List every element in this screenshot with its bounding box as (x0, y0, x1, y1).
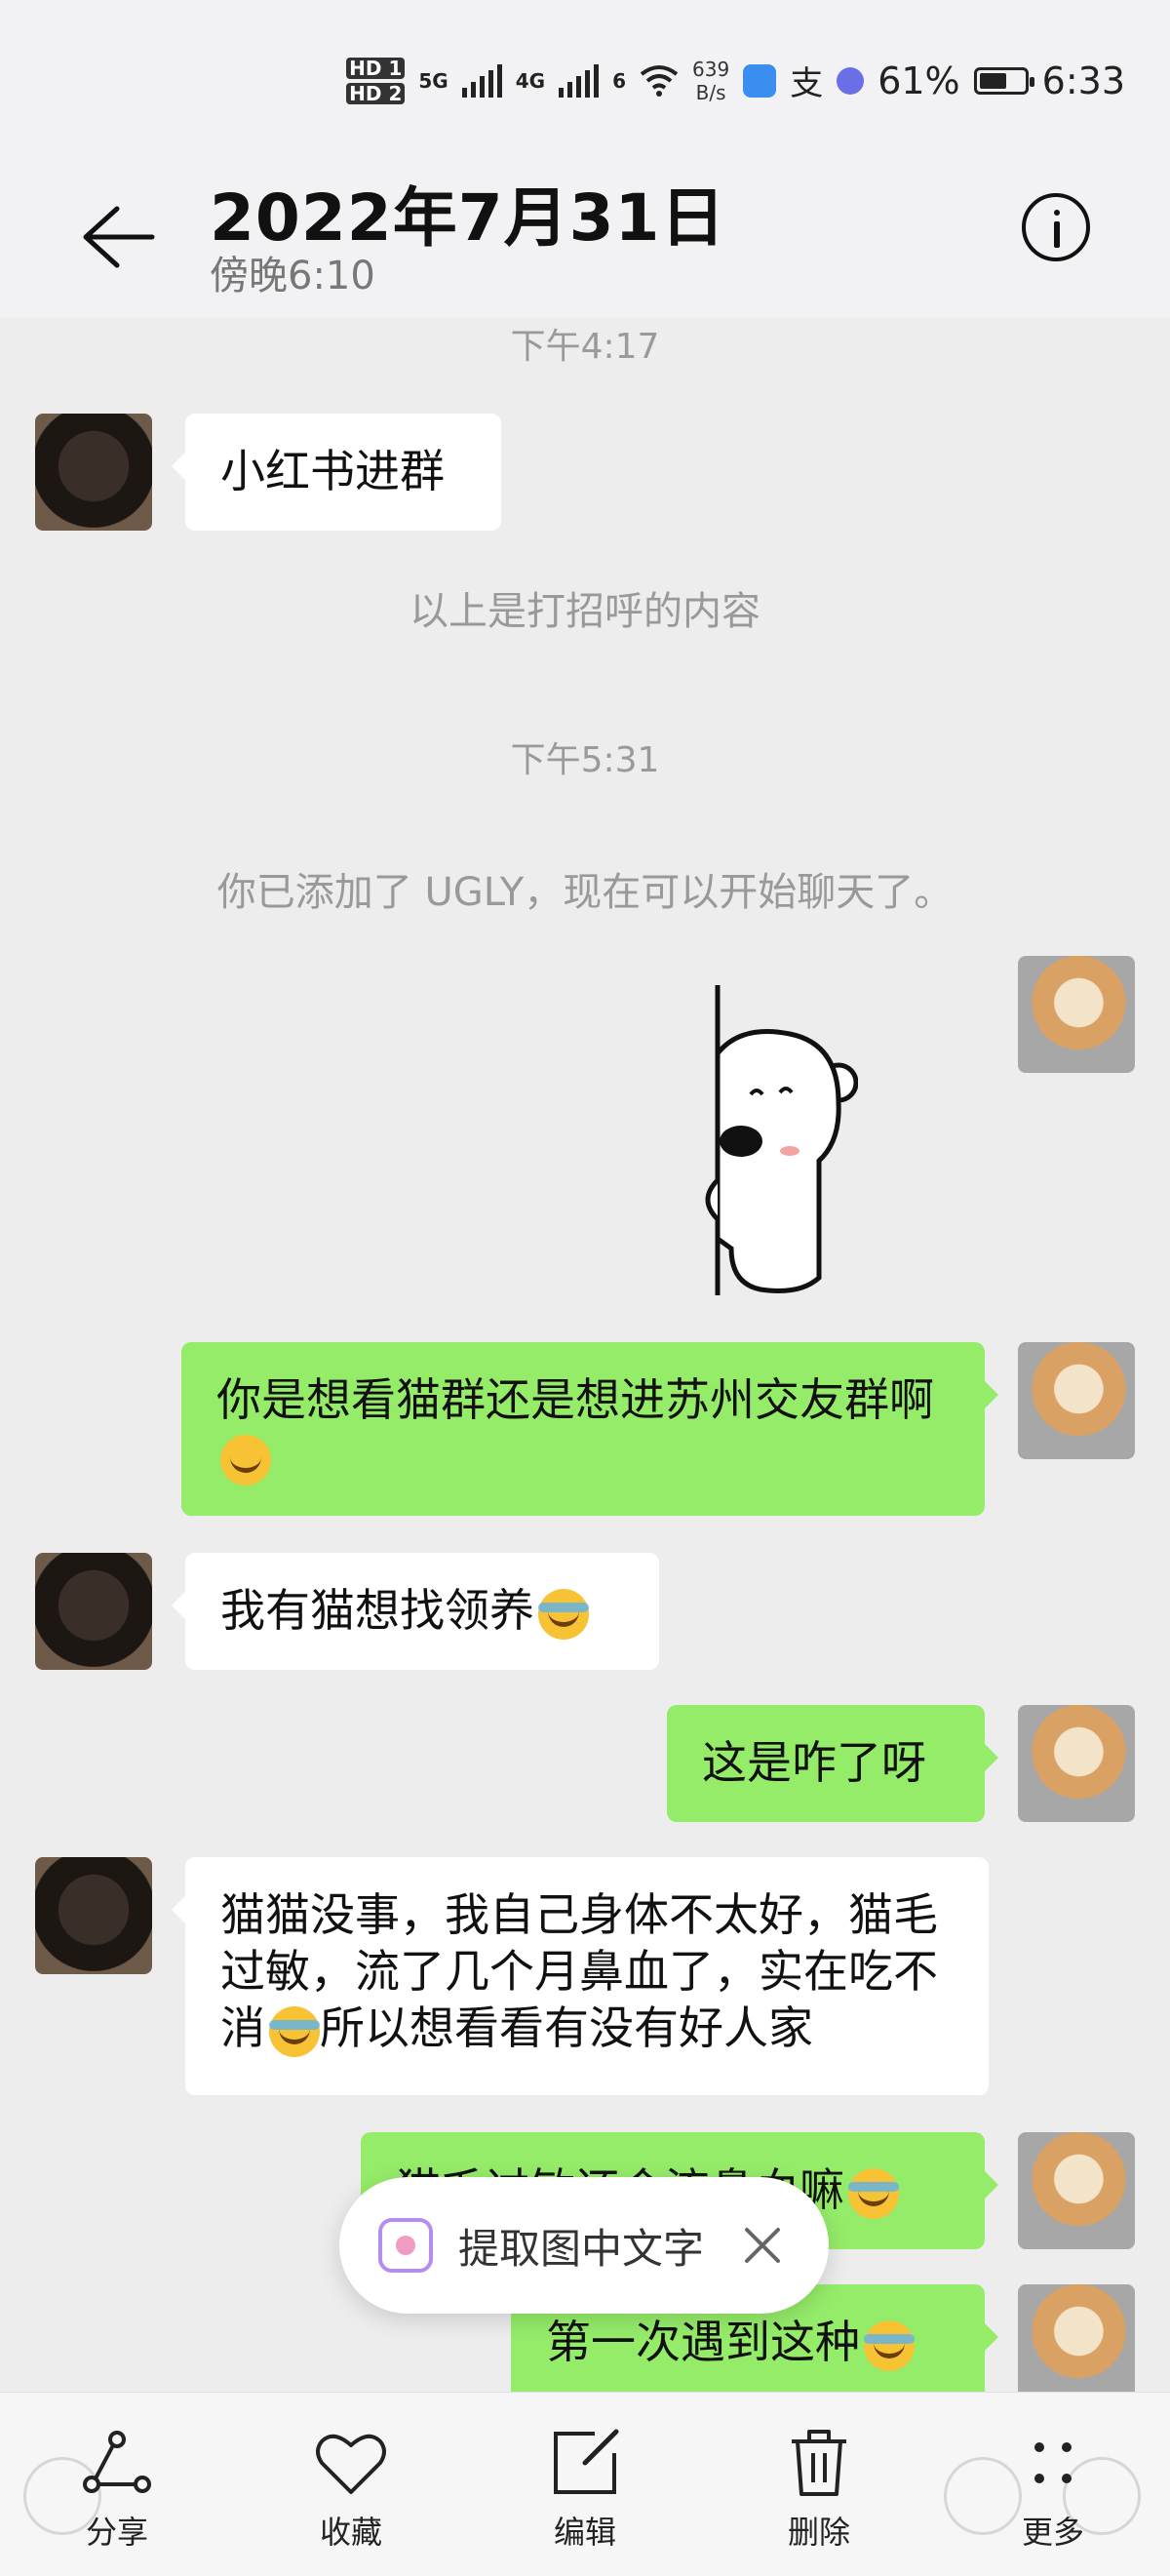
trash-icon (792, 2430, 846, 2496)
page-subtitle: 傍晚6:10 (210, 254, 375, 298)
avatar[interactable] (1018, 956, 1135, 1073)
edit-button[interactable]: 编辑 (517, 2424, 653, 2553)
network-4g-label: 4G (515, 68, 546, 93)
message-bubble[interactable]: 小红书进群 (172, 414, 501, 531)
back-arrow-icon[interactable] (78, 203, 156, 271)
signal-5g-icon (461, 63, 502, 98)
viewer-header: 2022年7月31日 傍晚6:10 (0, 146, 1170, 317)
timestamp: 下午4:17 (510, 327, 660, 367)
avatar[interactable] (1018, 1342, 1135, 1459)
ocr-icon (378, 2218, 433, 2273)
share-button[interactable]: 分享 (49, 2424, 185, 2553)
more-dots-icon (1034, 2442, 1072, 2483)
avatar[interactable] (35, 1857, 152, 1974)
emoji-icon (220, 1434, 271, 1486)
system-note: 你已添加了 UGLY，现在可以开始聊天了。 (216, 870, 954, 915)
avatar[interactable] (35, 414, 152, 531)
network-speed: 639 B/s (692, 57, 730, 104)
delete-button[interactable]: 删除 (751, 2424, 887, 2553)
sim-indicator: HD 1 HD 2 (346, 57, 406, 104)
edit-icon (554, 2429, 619, 2494)
avatar[interactable] (35, 1553, 152, 1670)
signal-4g-icon (559, 63, 600, 98)
emoji-icon (269, 2005, 320, 2057)
system-note: 以上是打招呼的内容 (410, 589, 760, 634)
battery-percent: 61% (878, 59, 960, 102)
message-bubble[interactable]: 你是想看猫群还是想进苏州交友群啊 (181, 1342, 998, 1516)
share-icon (83, 2431, 151, 2493)
emoji-icon (538, 1588, 589, 1640)
info-icon[interactable] (1022, 193, 1090, 261)
timestamp: 下午5:31 (510, 740, 660, 780)
toast-label: 提取图中文字 (458, 2225, 705, 2273)
alipay-icon: 支 (790, 64, 824, 103)
bear-sticker[interactable] (702, 985, 858, 1297)
extract-text-toast[interactable]: 提取图中文字 (339, 2177, 829, 2314)
more-button[interactable]: 更多 (985, 2424, 1121, 2553)
favorite-button[interactable]: 收藏 (283, 2424, 419, 2553)
wifi-tag: 6 (612, 68, 626, 93)
cloud-icon (743, 63, 777, 98)
close-icon[interactable] (741, 2224, 784, 2267)
network-5g-label: 5G (418, 68, 448, 93)
bottom-action-bar: 分享 收藏 编辑 删除 更多 (0, 2392, 1170, 2576)
avatar[interactable] (1018, 1705, 1135, 1822)
message-bubble[interactable]: 猫猫没事，我自己身体不太好，猫毛过敏，流了几个月鼻血了，实在吃不消 所以想看看有没… (172, 1857, 989, 2095)
emoji-icon (848, 2167, 899, 2219)
message-bubble[interactable]: 这是咋了呀 (667, 1705, 998, 1822)
clock: 6:33 (1041, 59, 1125, 102)
status-bar: HD 1 HD 2 5G 4G 6 639 B/s 支 61% 6:33 (0, 0, 1170, 146)
wifi-icon (640, 64, 679, 97)
music-icon (837, 66, 865, 95)
battery-icon (973, 66, 1034, 95)
message-bubble[interactable]: 我有猫想找领养 (172, 1553, 659, 1670)
emoji-icon (864, 2319, 915, 2371)
heart-icon (316, 2434, 386, 2494)
avatar[interactable] (1018, 2284, 1135, 2401)
avatar[interactable] (1018, 2132, 1135, 2249)
